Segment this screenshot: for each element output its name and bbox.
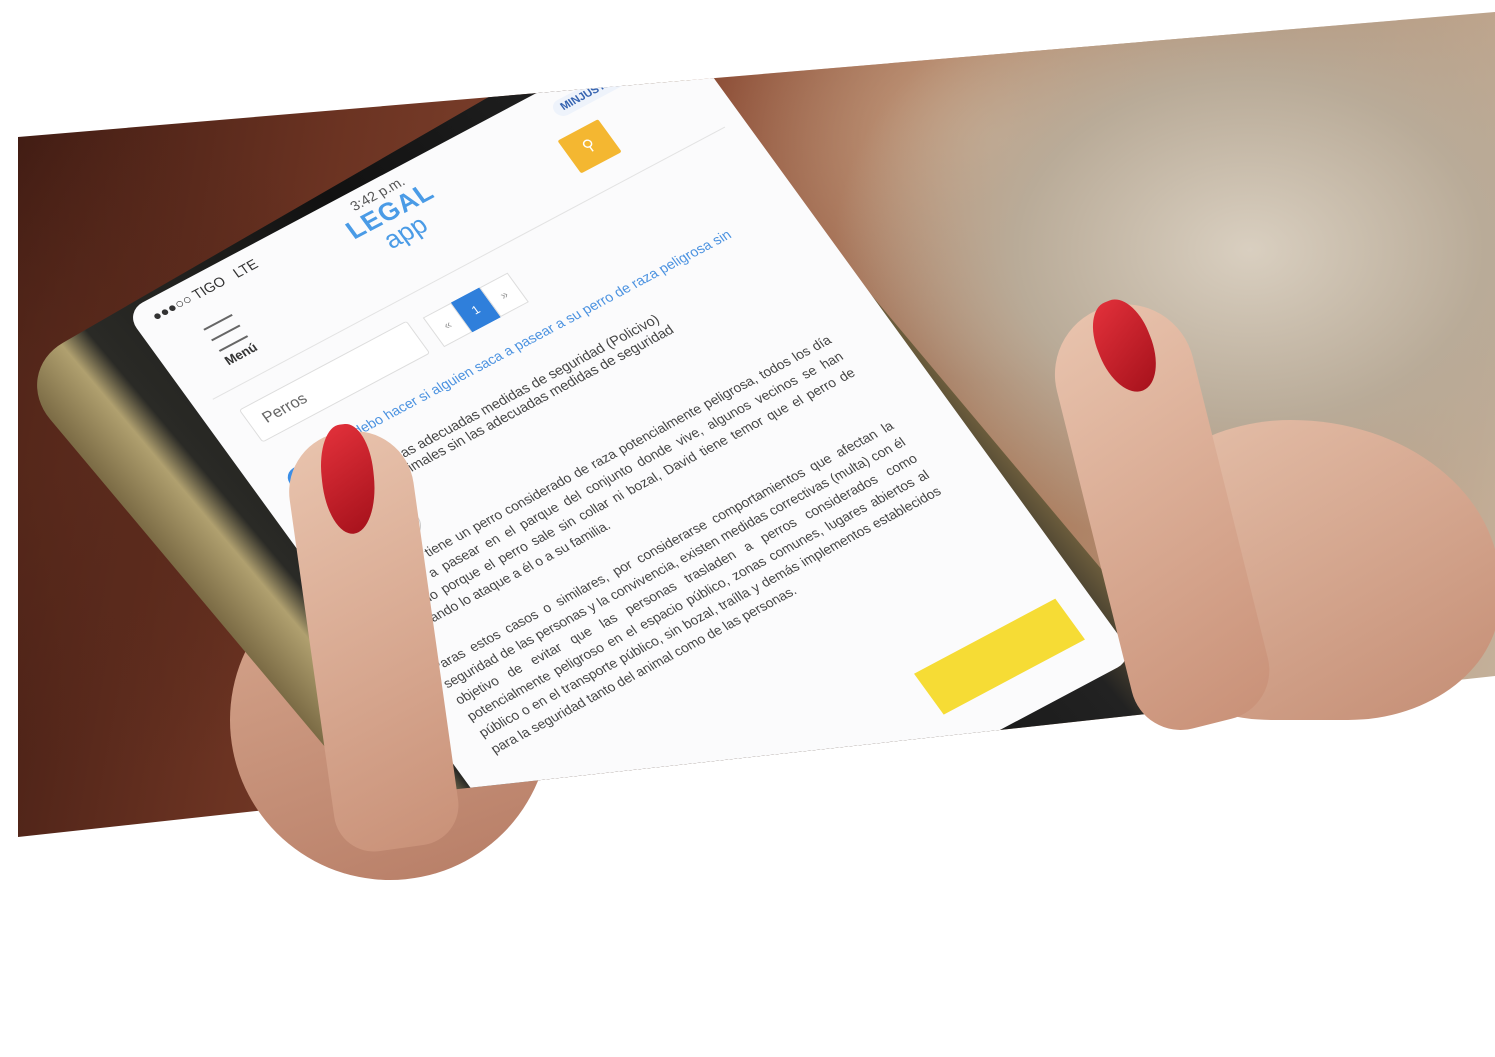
- menu-button[interactable]: Menú: [191, 307, 272, 374]
- search-button[interactable]: ⚲: [557, 119, 622, 174]
- carrier-label: ●●●○○ TIGO: [148, 273, 229, 324]
- network-label: LTE: [229, 255, 261, 281]
- yellow-button[interactable]: [914, 598, 1085, 715]
- ministry-logo[interactable]: MINJUSTICIA: [549, 63, 637, 120]
- search-icon: ⚲: [579, 136, 600, 156]
- pagination: « 1 »: [422, 272, 529, 348]
- header-divider: [212, 126, 726, 400]
